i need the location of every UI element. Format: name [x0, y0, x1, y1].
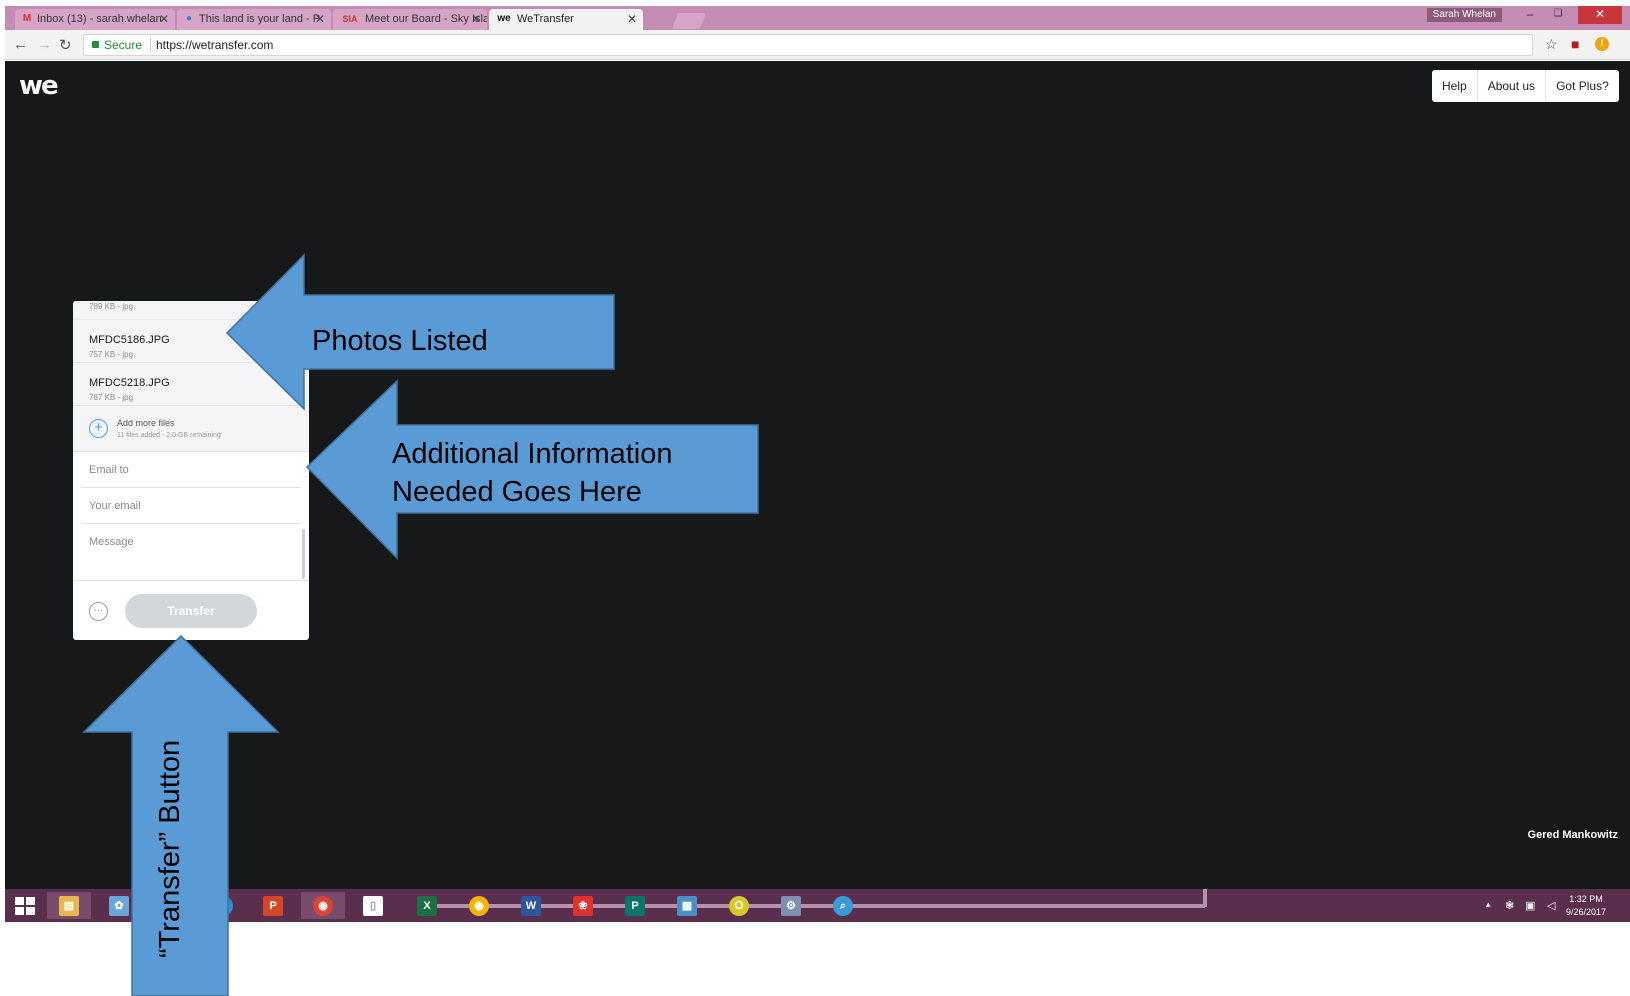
transfer-button-label: “Transfer” Button	[154, 739, 186, 958]
additional-info-label-line2: Needed Goes Here	[392, 476, 642, 508]
annotation-arrows	[82, 253, 759, 996]
photos-listed-label: Photos Listed	[312, 325, 488, 357]
screen: M Inbox (13) - sarah.whelan ✕ ● This lan…	[0, 0, 1630, 996]
additional-info-label-line1: Additional Information	[392, 438, 673, 470]
